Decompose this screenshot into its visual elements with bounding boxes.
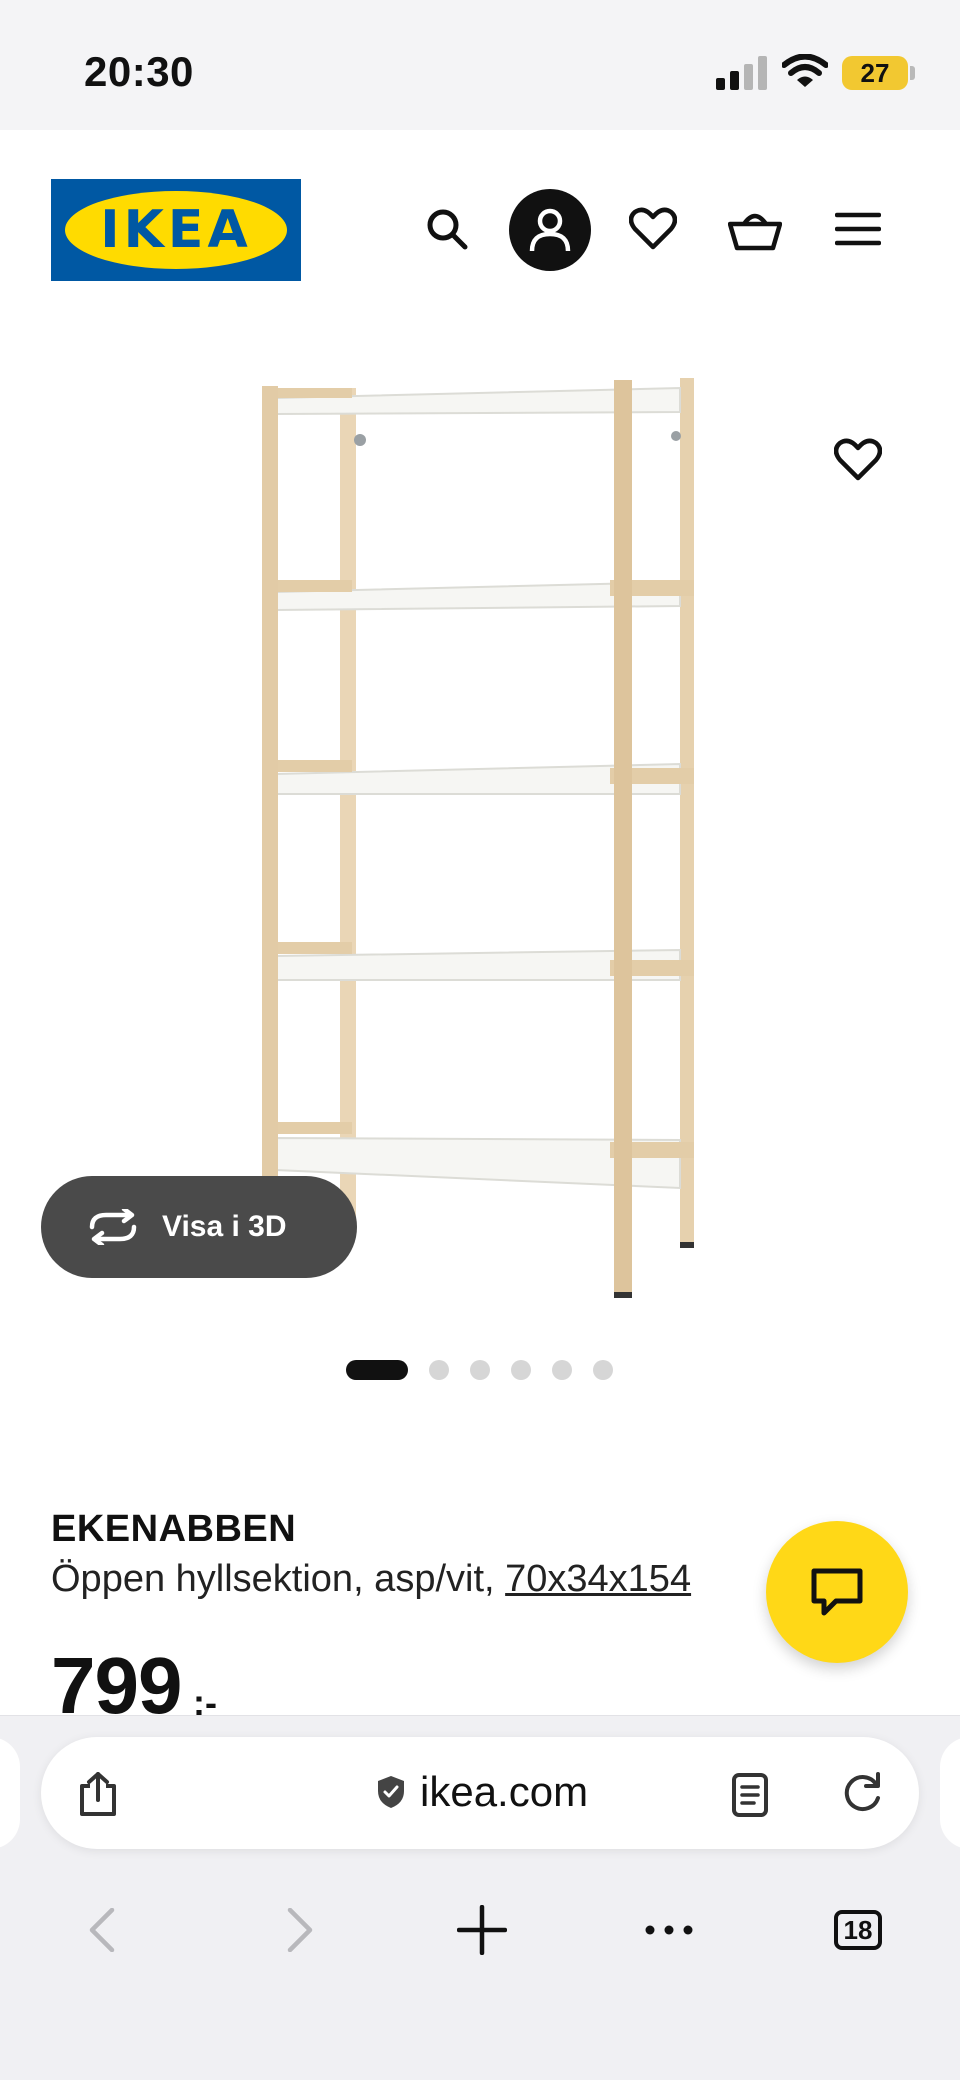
view-in-3d-label: Visa i 3D [162,1210,287,1243]
product-description: Öppen hyllsektion, asp/vit, 70x34x154 [51,1558,691,1601]
pagination-dot[interactable] [429,1360,449,1380]
url-domain: ikea.com [420,1768,589,1815]
pagination-dot[interactable] [511,1360,531,1380]
pagination-dot[interactable] [470,1360,490,1380]
account-button[interactable] [509,189,591,271]
new-tab-icon [457,1905,507,1955]
reload-icon[interactable] [838,1770,886,1818]
new-tab-button[interactable] [454,1898,510,1962]
status-bar: 20:30 27 [0,0,960,130]
chat-bubble-icon [811,1568,863,1616]
tabs-icon: 18 [834,1910,882,1950]
status-time: 20:30 [84,48,194,95]
heart-icon [834,438,882,481]
product-dimensions-link[interactable]: 70x34x154 [505,1558,691,1600]
view-in-3d-button[interactable]: Visa i 3D [41,1176,357,1278]
forward-button[interactable] [278,1898,322,1962]
favourite-product-button[interactable] [826,428,890,492]
menu-icon[interactable] [825,196,891,262]
reader-icon[interactable] [730,1772,770,1818]
product-image-shelf[interactable] [240,370,710,1310]
next-tab-peek[interactable] [940,1737,960,1849]
tabs-button[interactable]: 18 [833,1898,883,1962]
pagination-dot[interactable] [593,1360,613,1380]
battery-indicator: 27 [842,56,908,90]
search-icon[interactable] [414,196,480,262]
logo-text: IKEA [100,200,252,260]
share-icon[interactable] [74,1772,122,1816]
wifi-icon [782,54,828,87]
more-icon [645,1925,693,1935]
rotate-3d-icon [86,1207,142,1247]
heart-icon[interactable] [620,196,686,262]
more-button[interactable] [644,1898,694,1962]
basket-icon[interactable] [722,196,788,262]
back-icon [89,1908,115,1952]
ikea-logo[interactable]: IKEA [51,179,301,281]
cellular-signal-icon [716,56,767,90]
pagination-dot[interactable] [552,1360,572,1380]
account-icon [529,208,571,252]
battery-cap [910,66,915,80]
pagination-dot-active[interactable] [346,1360,408,1380]
back-button[interactable] [80,1898,124,1962]
product-description-text: Öppen hyllsektion, asp/vit, [51,1558,506,1600]
home-indicator-area [0,2000,960,2079]
chat-button[interactable] [766,1521,908,1663]
product-name: EKENABBEN [51,1508,297,1550]
shield-icon [378,1776,404,1808]
battery-level: 27 [860,58,890,88]
gallery-pagination[interactable] [346,1358,613,1382]
forward-icon [287,1908,313,1952]
url-display[interactable]: ikea.com [376,1762,588,1822]
